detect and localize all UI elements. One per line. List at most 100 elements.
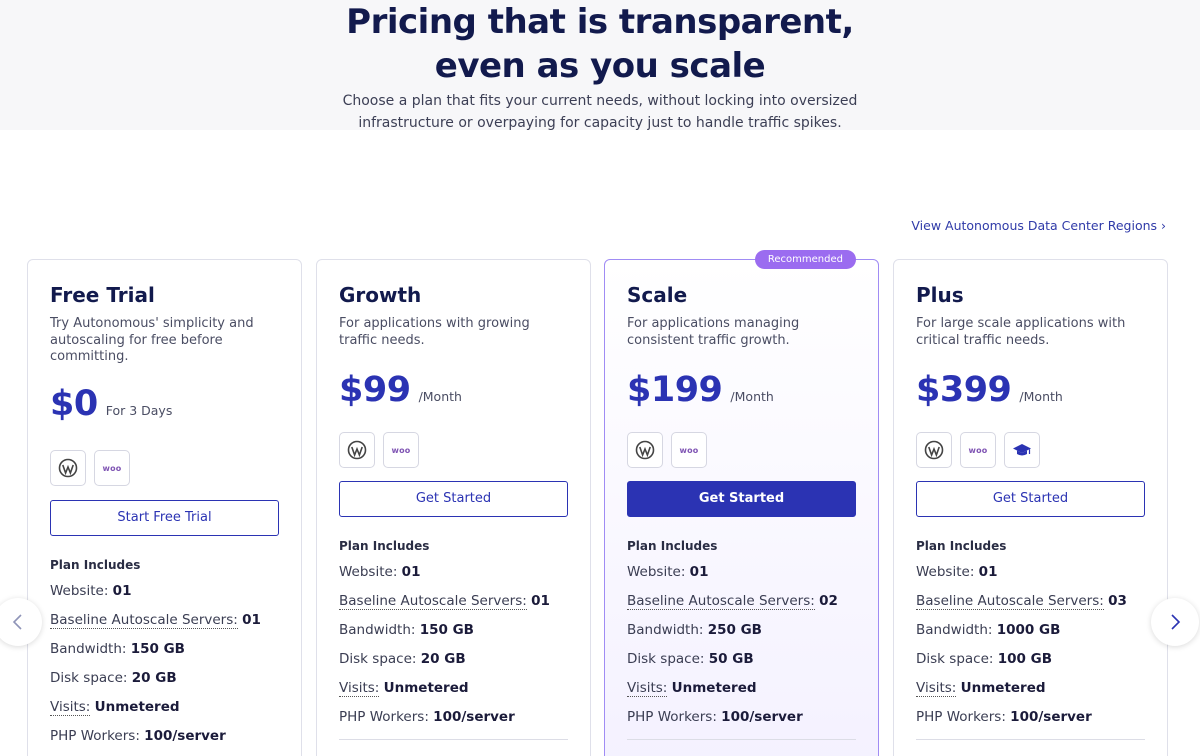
woo-icon-label: woo	[391, 445, 411, 455]
chevron-right-icon	[1171, 614, 1181, 630]
feature-label: Disk space:	[916, 651, 994, 667]
platform-icons: woo	[627, 432, 856, 468]
platform-icons: woo	[339, 432, 568, 468]
plan-price: $199	[627, 370, 723, 410]
plan-period: For 3 Days	[105, 403, 173, 418]
feature-label: Bandwidth:	[50, 641, 127, 657]
feature-value: 01	[531, 593, 550, 609]
feature-value: Unmetered	[383, 680, 469, 696]
woo-icon-label: woo	[102, 463, 122, 473]
wordpress-icon	[50, 450, 86, 486]
page-title: Pricing that is transparent, even as you…	[0, 0, 1200, 88]
feature-website: Website: 01	[339, 563, 568, 582]
plan-includes-heading: Plan Includes	[50, 558, 141, 572]
feature-label: Bandwidth:	[916, 622, 993, 638]
wordpress-icon	[916, 432, 952, 468]
price-row: $99 /Month	[339, 370, 568, 410]
plan-card-scale: Recommended Scale For applications manag…	[604, 250, 879, 756]
recommended-badge: Recommended	[754, 250, 856, 269]
feature-website: Website: 01	[627, 563, 856, 582]
feature-servers: Baseline Autoscale Servers: 03	[916, 592, 1145, 611]
page-subtitle: Choose a plan that fits your current nee…	[342, 93, 858, 131]
carousel-next-button[interactable]	[1151, 598, 1199, 646]
start-free-trial-button[interactable]: Start Free Trial	[50, 500, 279, 536]
feature-disk: Disk space: 50 GB	[627, 650, 856, 669]
feature-label: Disk space:	[50, 670, 128, 686]
feature-bandwidth: Bandwidth: 150 GB	[50, 640, 279, 659]
feature-label: Bandwidth:	[339, 622, 416, 638]
feature-bandwidth: Bandwidth: 150 GB	[339, 621, 568, 640]
feature-value: Unmetered	[671, 680, 757, 696]
get-started-button[interactable]: Get Started	[627, 481, 856, 517]
feature-value: 250 GB	[707, 622, 762, 638]
feature-value: 01	[689, 564, 709, 580]
feature-website: Website: 01	[50, 582, 279, 601]
feature-visits: Visits: Unmetered	[916, 679, 1145, 698]
wordpress-icon	[339, 432, 375, 468]
feature-visits: Visits: Unmetered	[339, 679, 568, 698]
feature-value: Unmetered	[94, 699, 180, 715]
feature-label-tooltip[interactable]: Baseline Autoscale Servers:	[339, 593, 527, 610]
feature-value: 100 GB	[997, 651, 1053, 667]
feature-value: 20 GB	[131, 670, 177, 686]
plan-description: For large scale applications with critic…	[916, 316, 1126, 348]
feature-value: 01	[401, 564, 421, 580]
feature-visits: Visits: Unmetered	[627, 679, 856, 698]
feature-php: PHP Workers: 100/server	[627, 708, 856, 727]
feature-value: 100/server	[1010, 709, 1092, 725]
graduation-cap-icon	[1004, 432, 1040, 468]
feature-php: PHP Workers: 100/server	[916, 708, 1145, 727]
plan-description: Try Autonomous' simplicity and autoscali…	[50, 316, 254, 364]
price-row: $199 /Month	[627, 370, 856, 410]
plan-price: $399	[916, 370, 1012, 410]
feature-value: 50 GB	[708, 651, 754, 667]
feature-label-tooltip[interactable]: Visits:	[339, 680, 380, 697]
plan-card-growth: Growth For applications with growing tra…	[316, 259, 591, 756]
feature-label: Website:	[50, 583, 109, 599]
plan-description: For applications managing consistent tra…	[627, 316, 800, 348]
plan-name: Free Trial	[50, 283, 155, 307]
feature-label-tooltip[interactable]: Baseline Autoscale Servers:	[916, 593, 1104, 610]
get-started-button[interactable]: Get Started	[339, 481, 568, 517]
plan-card-plus: Plus For large scale applications with c…	[893, 259, 1168, 756]
platform-icons: woo	[50, 450, 279, 486]
plan-period: /Month	[1019, 389, 1063, 404]
feature-label-tooltip[interactable]: Visits:	[627, 680, 668, 697]
feature-label: Bandwidth:	[627, 622, 704, 638]
woo-icon-label: woo	[679, 445, 699, 455]
plan-period: /Month	[418, 389, 462, 404]
feature-bandwidth: Bandwidth: 1000 GB	[916, 621, 1145, 640]
plan-name: Plus	[916, 283, 964, 307]
plan-period: /Month	[730, 389, 774, 404]
feature-value: 01	[978, 564, 998, 580]
feature-value: 01	[112, 583, 132, 599]
plan-price: $0	[50, 384, 98, 424]
woo-icon: woo	[960, 432, 996, 468]
price-row: $399 /Month	[916, 370, 1145, 410]
view-regions-link[interactable]: View Autonomous Data Center Regions ›	[911, 218, 1166, 233]
feature-servers: Baseline Autoscale Servers: 02	[627, 592, 856, 611]
feature-disk: Disk space: 20 GB	[339, 650, 568, 669]
feature-label-tooltip[interactable]: Baseline Autoscale Servers:	[627, 593, 815, 610]
get-started-button[interactable]: Get Started	[916, 481, 1145, 517]
feature-label-tooltip[interactable]: Baseline Autoscale Servers:	[50, 612, 238, 629]
feature-servers: Baseline Autoscale Servers: 01	[339, 592, 568, 611]
feature-label-tooltip[interactable]: Visits:	[916, 680, 957, 697]
divider	[627, 739, 856, 740]
feature-label: Disk space:	[339, 651, 417, 667]
feature-value: 1000 GB	[996, 622, 1061, 638]
plan-description: For applications with growing traffic ne…	[339, 316, 530, 348]
hero-section: Pricing that is transparent, even as you…	[0, 0, 1200, 131]
price-row: $0 For 3 Days	[50, 384, 279, 424]
feature-bandwidth: Bandwidth: 250 GB	[627, 621, 856, 640]
feature-label: Website:	[339, 564, 398, 580]
feature-value: 100/server	[144, 728, 226, 744]
feature-label-tooltip[interactable]: Visits:	[50, 699, 91, 716]
plan-name: Growth	[339, 283, 422, 307]
feature-value: 02	[819, 593, 838, 609]
feature-value: Unmetered	[960, 680, 1046, 696]
divider	[916, 739, 1145, 740]
woo-icon: woo	[94, 450, 130, 486]
feature-label: PHP Workers:	[627, 709, 717, 725]
wordpress-icon	[627, 432, 663, 468]
